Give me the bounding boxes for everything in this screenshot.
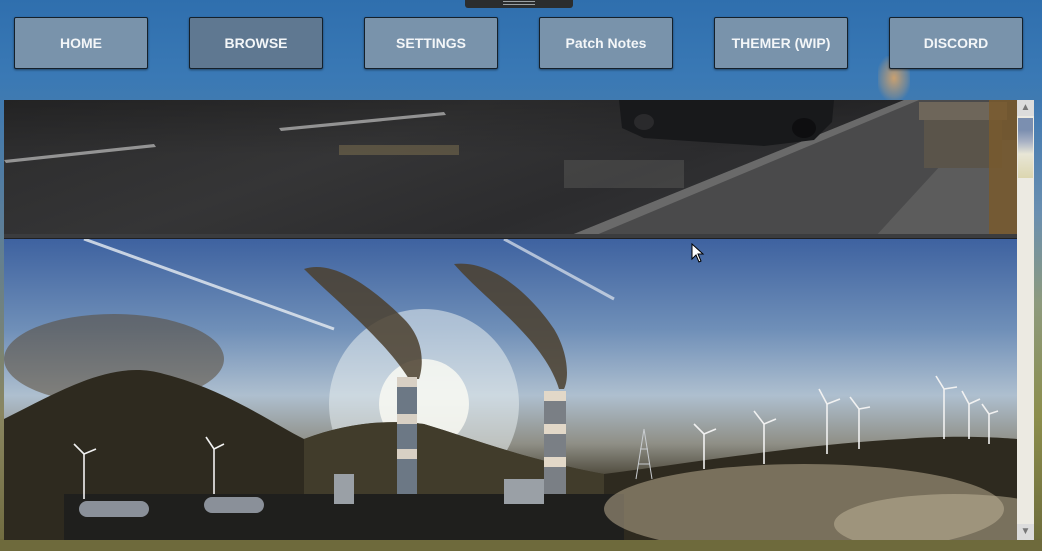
browse-panel <box>4 100 1017 540</box>
home-button[interactable]: HOME <box>14 17 148 69</box>
scroll-thumb[interactable] <box>1018 118 1033 178</box>
window-drag-handle[interactable] <box>465 0 573 8</box>
themer-button[interactable]: THEMER (WIP) <box>714 17 848 69</box>
vertical-scrollbar[interactable]: ▲ ▼ <box>1017 100 1034 540</box>
drag-grip-line <box>503 1 535 2</box>
settings-button[interactable]: SETTINGS <box>364 17 498 69</box>
scroll-down-arrow-icon[interactable]: ▼ <box>1017 524 1034 540</box>
gallery-screenshot-power-plant[interactable] <box>4 239 1017 540</box>
browse-button[interactable]: BROWSE <box>189 17 323 69</box>
power-plant-scene-art <box>4 239 1017 540</box>
drag-grip-line <box>503 4 535 5</box>
street-scene-art <box>4 100 1017 238</box>
discord-button[interactable]: DISCORD <box>889 17 1023 69</box>
patch-notes-button[interactable]: Patch Notes <box>539 17 673 69</box>
background-hill <box>0 539 1042 551</box>
mouse-pointer-icon <box>691 243 705 263</box>
scroll-up-arrow-icon[interactable]: ▲ <box>1017 100 1034 116</box>
gallery-screenshot-street[interactable] <box>4 100 1017 238</box>
